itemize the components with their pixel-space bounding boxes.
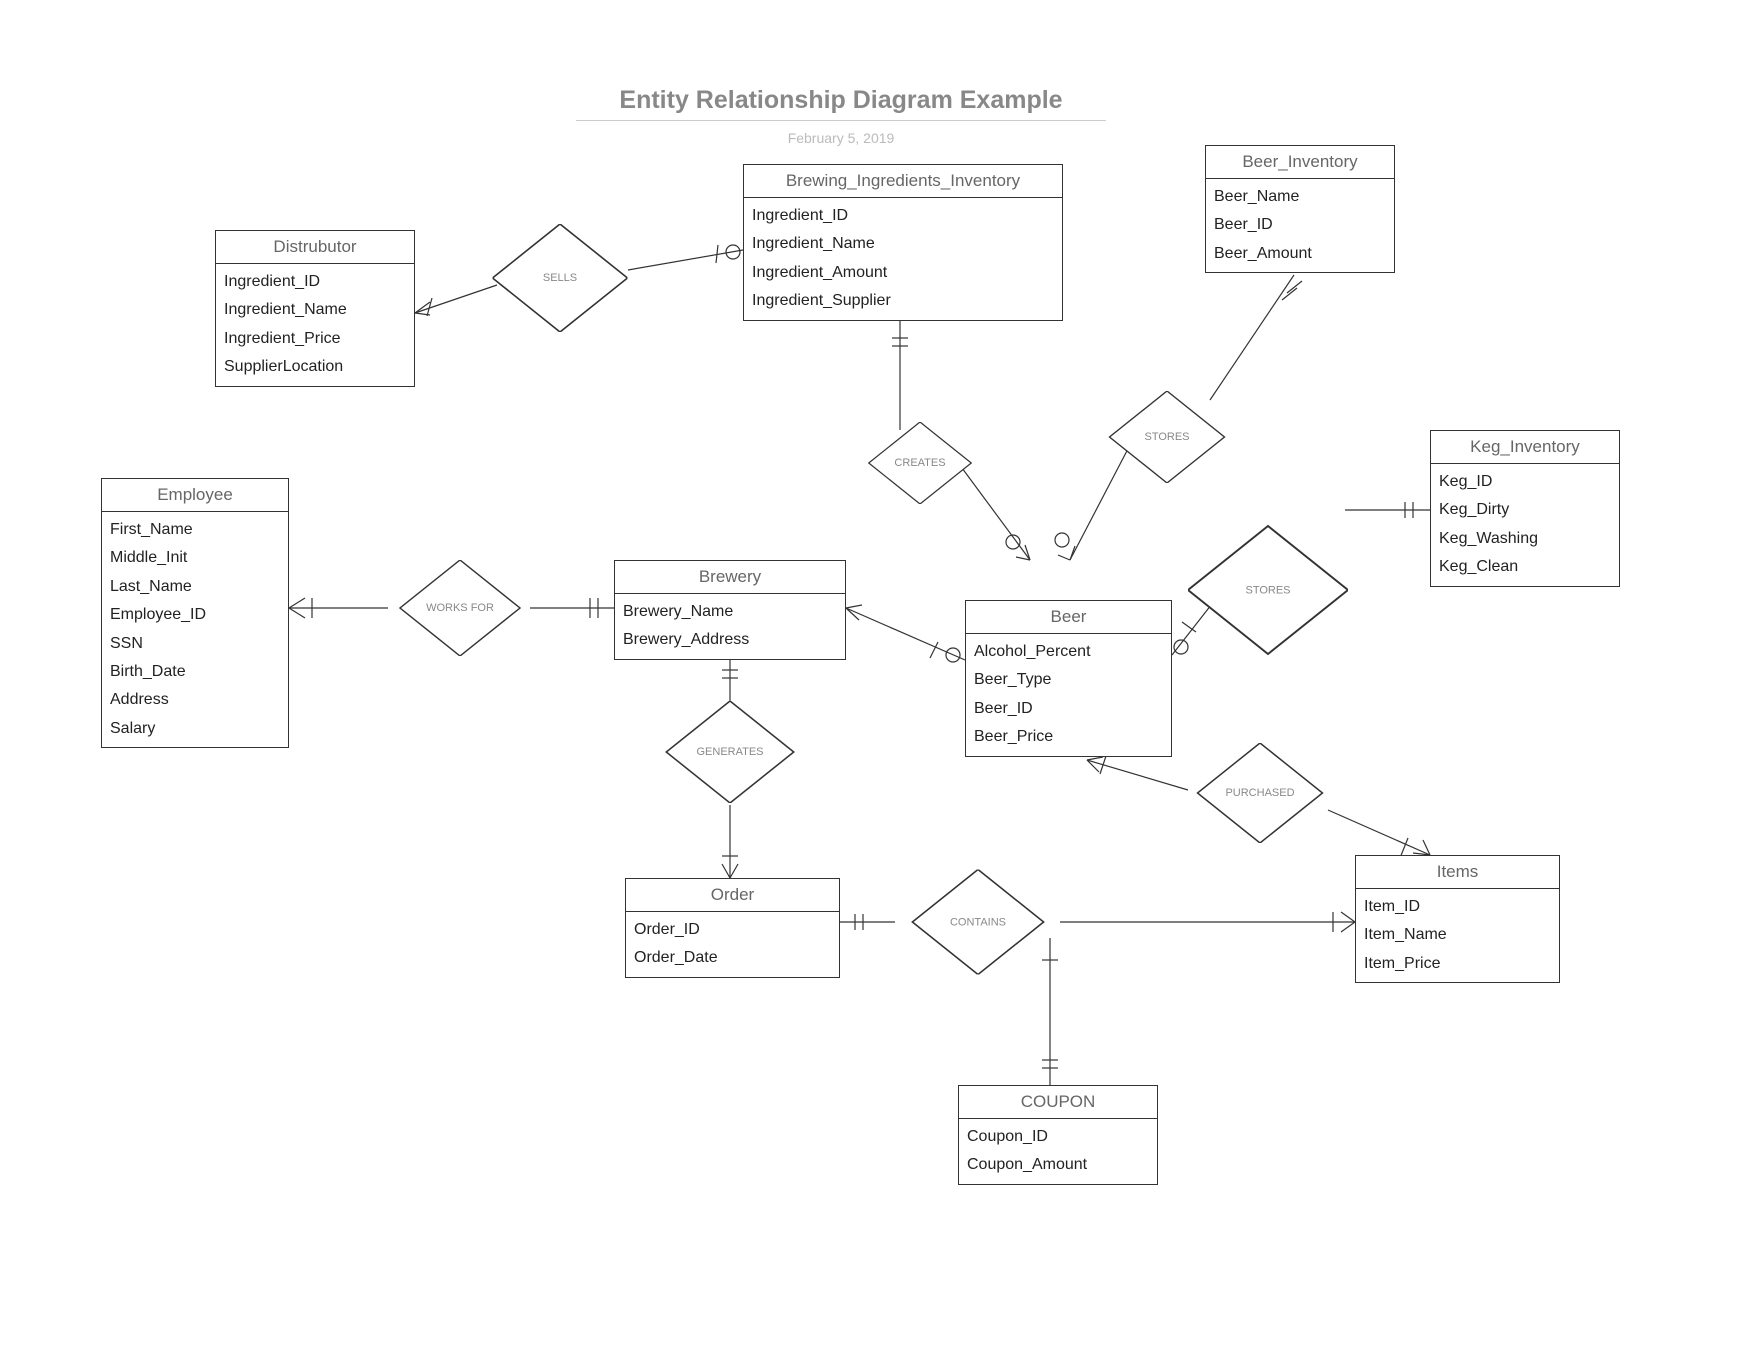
entity-attr: Middle_Init [110,544,280,572]
entity-attr: Item_ID [1364,893,1551,921]
rel-label: CREATES [894,457,945,469]
rel-stores-1: STORES [1102,391,1232,483]
entity-order: Order Order_ID Order_Date [625,878,840,978]
rel-label: STORES [1245,584,1290,596]
entity-attr: Keg_ID [1439,468,1611,496]
rel-works-for: WORKS FOR [388,560,533,656]
diagram-title: Entity Relationship Diagram Example [576,86,1106,115]
entity-brewing-ingredients-inventory: Brewing_Ingredients_Inventory Ingredient… [743,164,1063,321]
entity-employee: Employee First_Name Middle_Init Last_Nam… [101,478,289,748]
entity-attr: Order_ID [634,916,831,944]
entity-title: Order [626,879,839,912]
entity-attr: Beer_ID [1214,211,1386,239]
entity-attr: Keg_Clean [1439,553,1611,581]
entity-title: Items [1356,856,1559,889]
entity-title: Employee [102,479,288,512]
rel-purchased: PURCHASED [1185,743,1335,843]
entity-attr: Coupon_ID [967,1123,1149,1151]
entity-attr: Ingredient_Name [224,296,406,324]
rel-label: WORKS FOR [426,602,494,614]
entity-beer: Beer Alcohol_Percent Beer_Type Beer_ID B… [965,600,1172,757]
entity-title: Beer [966,601,1171,634]
entity-attr: Item_Price [1364,950,1551,978]
entity-attr: Employee_ID [110,601,280,629]
rel-label: STORES [1144,431,1189,443]
entity-title: Keg_Inventory [1431,431,1619,464]
entity-attr: Last_Name [110,573,280,601]
rel-label: SELLS [543,272,577,284]
entity-attr: Order_Date [634,944,831,972]
entity-attr: Keg_Washing [1439,525,1611,553]
rel-generates: GENERATES [663,701,798,803]
entity-keg-inventory: Keg_Inventory Keg_ID Keg_Dirty Keg_Washi… [1430,430,1620,587]
entity-attr: Coupon_Amount [967,1151,1149,1179]
entity-brewery: Brewery Brewery_Name Brewery_Address [614,560,846,660]
entity-items: Items Item_ID Item_Name Item_Price [1355,855,1560,983]
entity-attr: First_Name [110,516,280,544]
rel-sells: SELLS [493,224,628,332]
entity-attr: SupplierLocation [224,353,406,381]
entity-title: Distrubutor [216,231,414,264]
rel-label: GENERATES [696,746,763,758]
entity-title: COUPON [959,1086,1157,1119]
entity-attr: Ingredient_ID [224,268,406,296]
entity-attr: Keg_Dirty [1439,496,1611,524]
entity-attr: Ingredient_Amount [752,259,1054,287]
entity-distributor: Distrubutor Ingredient_ID Ingredient_Nam… [215,230,415,387]
entity-coupon: COUPON Coupon_ID Coupon_Amount [958,1085,1158,1185]
entity-attr: Ingredient_Supplier [752,287,1054,315]
entity-attr: SSN [110,630,280,658]
entity-title: Brewery [615,561,845,594]
entity-title: Beer_Inventory [1206,146,1394,179]
entity-attr: Address [110,686,280,714]
entity-attr: Beer_Type [974,666,1163,694]
erd-canvas: Entity Relationship Diagram Example Febr… [0,0,1758,1358]
diagram-date: February 5, 2019 [576,130,1106,146]
entity-beer-inventory: Beer_Inventory Beer_Name Beer_ID Beer_Am… [1205,145,1395,273]
entity-attr: Ingredient_ID [752,202,1054,230]
entity-attr: Brewery_Address [623,626,837,654]
entity-attr: Beer_ID [974,695,1163,723]
entity-attr: Salary [110,715,280,743]
entity-attr: Beer_Name [1214,183,1386,211]
rel-stores-2: STORES [1188,523,1348,658]
rel-label: PURCHASED [1225,787,1294,799]
entity-attr: Brewery_Name [623,598,837,626]
rel-contains: CONTAINS [896,870,1061,975]
entity-attr: Ingredient_Price [224,325,406,353]
entity-attr: Ingredient_Name [752,230,1054,258]
entity-attr: Item_Name [1364,921,1551,949]
title-underline [576,120,1106,121]
entity-attr: Birth_Date [110,658,280,686]
rel-creates: CREATES [860,422,980,504]
entity-title: Brewing_Ingredients_Inventory [744,165,1062,198]
entity-attr: Beer_Amount [1214,240,1386,268]
entity-attr: Alcohol_Percent [974,638,1163,666]
entity-attr: Beer_Price [974,723,1163,751]
rel-label: CONTAINS [950,916,1006,928]
